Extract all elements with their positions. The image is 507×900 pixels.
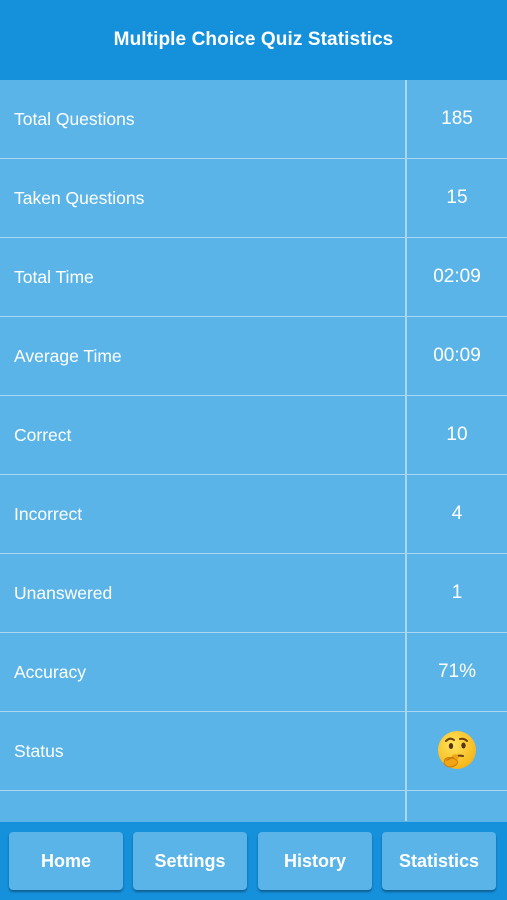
stat-label: Taken Questions <box>14 187 145 208</box>
app-root: Multiple Choice Quiz Statistics Total Qu… <box>0 0 507 900</box>
stat-label: Total Questions <box>14 108 135 129</box>
thinking-face-icon <box>438 731 476 769</box>
stat-label: Status <box>14 740 64 761</box>
stat-row-average-time: Average Time 00:09 <box>0 317 507 396</box>
tab-statistics[interactable]: Statistics <box>382 832 496 890</box>
stat-row-status: Status <box>0 712 507 791</box>
empty-cell <box>0 791 405 821</box>
stat-label: Total Time <box>14 266 94 287</box>
stat-label: Unanswered <box>14 582 113 603</box>
stat-row-total-questions: Total Questions 185 <box>0 80 507 159</box>
stat-row-empty <box>0 791 507 821</box>
stat-value: 10 <box>405 396 507 474</box>
stat-label: Correct <box>14 424 72 445</box>
tab-settings[interactable]: Settings <box>133 832 247 890</box>
stat-row-taken-questions: Taken Questions 15 <box>0 159 507 238</box>
page-title: Multiple Choice Quiz Statistics <box>113 29 394 50</box>
stat-value: 185 <box>405 80 507 158</box>
stat-value: 02:09 <box>405 238 507 316</box>
stat-value: 00:09 <box>405 317 507 395</box>
stat-row-accuracy: Accuracy 71% <box>0 633 507 712</box>
stat-label: Average Time <box>14 345 122 366</box>
stat-value: 71% <box>405 633 507 711</box>
header-bar: Multiple Choice Quiz Statistics <box>0 0 507 80</box>
stat-row-correct: Correct 10 <box>0 396 507 475</box>
stat-value: 1 <box>405 554 507 632</box>
tab-history[interactable]: History <box>258 832 372 890</box>
stat-value: 4 <box>405 475 507 553</box>
stats-table: Total Questions 185 Taken Questions 15 T… <box>0 80 507 822</box>
stat-label: Accuracy <box>14 661 86 682</box>
stat-value: 15 <box>405 159 507 237</box>
tab-home[interactable]: Home <box>9 832 123 890</box>
stat-value <box>405 712 507 790</box>
stat-row-incorrect: Incorrect 4 <box>0 475 507 554</box>
stat-row-unanswered: Unanswered 1 <box>0 554 507 633</box>
stat-label: Incorrect <box>14 503 83 524</box>
empty-cell <box>405 791 507 821</box>
stat-row-total-time: Total Time 02:09 <box>0 238 507 317</box>
bottom-tab-bar: Home Settings History Statistics <box>0 822 507 900</box>
